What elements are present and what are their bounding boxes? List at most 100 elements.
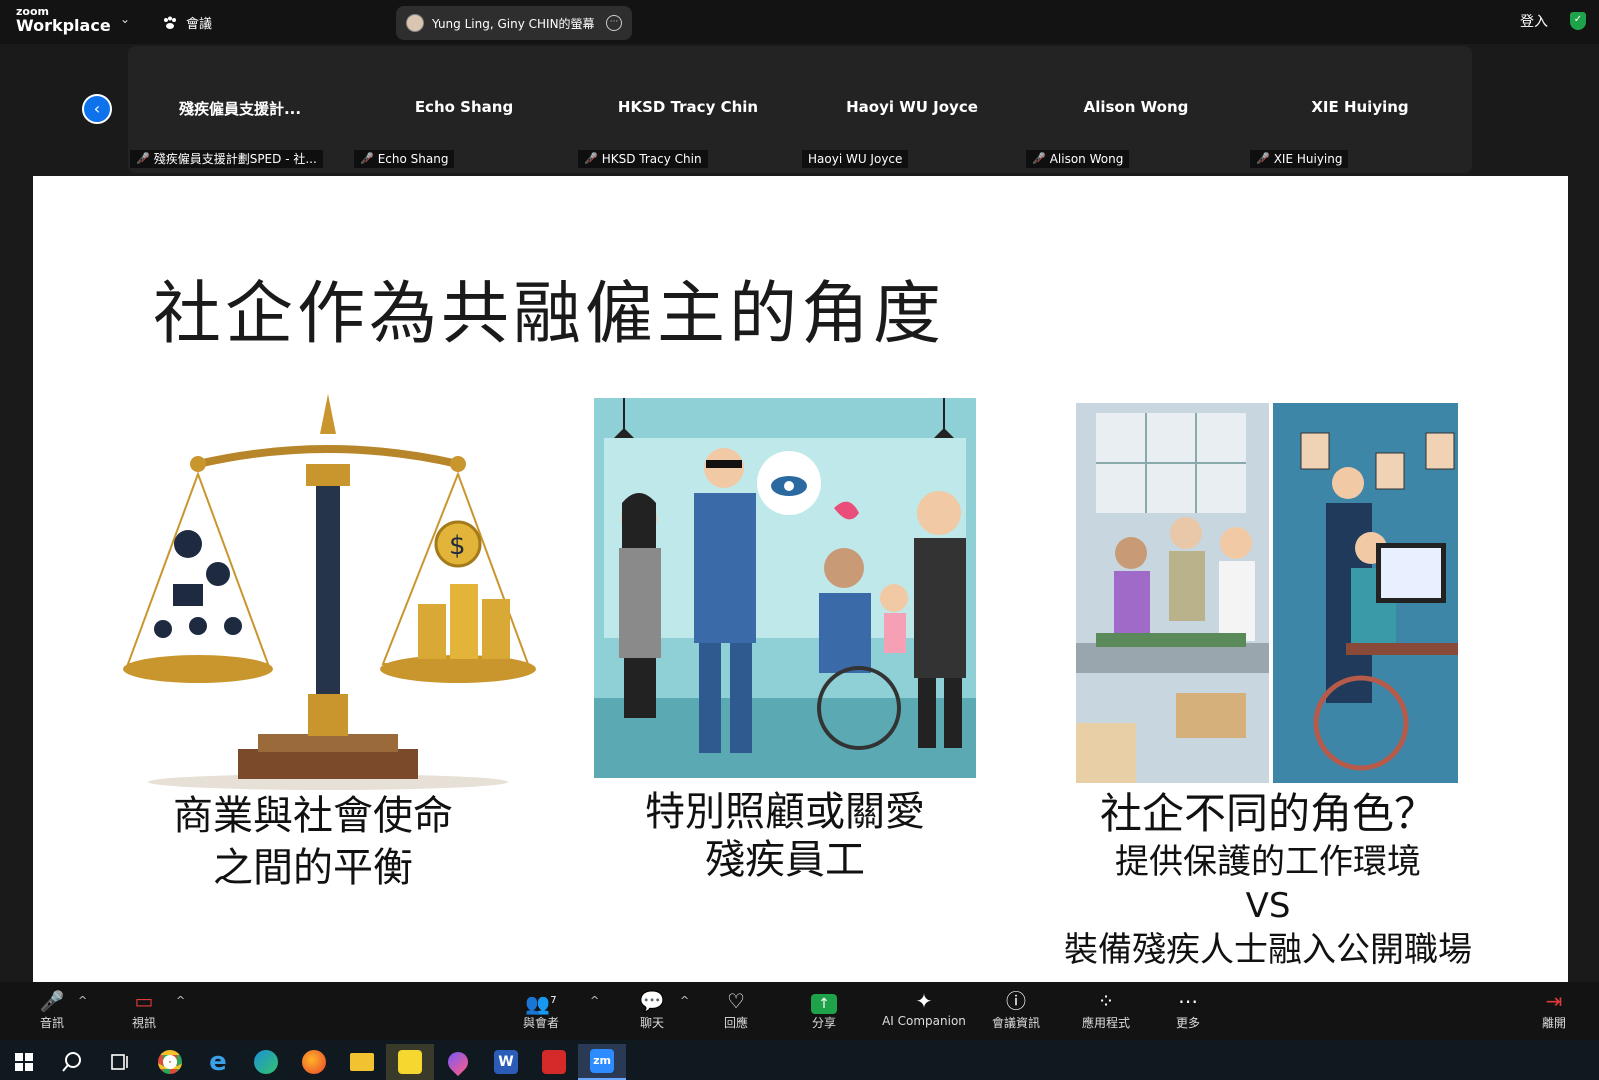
audio-label: 音訊: [39, 1016, 64, 1030]
participant-tile[interactable]: HKSD Tracy Chin 🎤̸ HKSD Tracy Chin: [576, 46, 800, 173]
screen-share-indicator[interactable]: Yung Ling, Giny CHIN的螢幕 ···: [396, 6, 632, 40]
chat-button[interactable]: 💬 聊天: [634, 988, 670, 1031]
participant-tile[interactable]: XIE Huiying 🎤̸ XIE Huiying: [1248, 46, 1472, 173]
participant-tile[interactable]: 殘疾僱員支援計... 🎤̸ 殘疾僱員支援計劃SPED - 社...: [128, 46, 352, 173]
svg-text:$: $: [449, 531, 466, 561]
participant-tile[interactable]: Alison Wong 🎤̸ Alison Wong: [1024, 46, 1248, 173]
participants-options-caret-icon[interactable]: ^: [590, 994, 599, 1007]
participant-tag: 🎤̸ HKSD Tracy Chin: [578, 150, 708, 168]
participant-tag: 🎤̸ 殘疾僱員支援計劃SPED - 社...: [130, 150, 323, 168]
share-button[interactable]: ↑ 分享: [806, 988, 842, 1031]
signin-link[interactable]: 登入: [1520, 11, 1548, 31]
participant-tag-label: XIE Huiying: [1273, 152, 1343, 166]
participant-tag-label: HKSD Tracy Chin: [601, 152, 702, 166]
share-label: 分享: [811, 1016, 836, 1030]
chat-options-caret-icon[interactable]: ^: [680, 994, 689, 1007]
participant-name: Haoyi WU Joyce: [846, 98, 978, 116]
meeting-toolbar: 🎤 音訊 ^ ▭ 視訊 ^ 👥7 與會者 ^ 💬 聊天 ^ ♡ 回應 ↑ 分享 …: [0, 982, 1599, 1040]
os-taskbar: e W zm: [0, 1040, 1599, 1080]
more-button[interactable]: ⋯ 更多: [1170, 988, 1206, 1031]
caption-3-line-3: VS: [1245, 886, 1291, 926]
firefox-icon[interactable]: [290, 1044, 338, 1080]
participant-tag: 🎤̸ Alison Wong: [1026, 150, 1130, 168]
mic-muted-icon: 🎤: [39, 989, 65, 1013]
top-bar: zoom Workplace ⌄ 會議 Yung Ling, Giny CHIN…: [0, 0, 1599, 44]
more-label: 更多: [1175, 1016, 1200, 1030]
leave-icon: ⇥: [1545, 989, 1563, 1013]
file-explorer-icon[interactable]: [338, 1044, 386, 1080]
caption-2: 特別照顧或關愛 殘疾員工: [615, 788, 955, 884]
slide-title: 社企作為共融僱主的角度: [153, 275, 946, 354]
meeting-info-button[interactable]: ⓘ 會議資訊: [988, 988, 1044, 1031]
chrome-icon[interactable]: [146, 1044, 194, 1080]
audio-button[interactable]: 🎤 音訊: [34, 988, 70, 1031]
participant-tag: 🎤̸ Echo Shang: [354, 150, 455, 168]
participant-tile[interactable]: Haoyi WU Joyce Haoyi WU Joyce: [800, 46, 1024, 173]
shield-check-icon[interactable]: ✓: [1570, 12, 1586, 30]
chevron-down-icon[interactable]: ⌄: [120, 12, 130, 26]
participants-count: 7: [550, 995, 557, 1006]
paw-icon: [164, 16, 176, 29]
participant-tag: 🎤̸ XIE Huiying: [1250, 150, 1349, 168]
mic-muted-icon: 🎤̸: [1032, 152, 1046, 165]
heart-icon: ♡: [727, 989, 745, 1013]
word-icon[interactable]: W: [482, 1044, 530, 1080]
participant-tile[interactable]: Echo Shang 🎤̸ Echo Shang: [352, 46, 576, 173]
mic-muted-icon: 🎤̸: [136, 152, 150, 165]
mic-muted-icon: 🎤̸: [1256, 152, 1270, 165]
previous-page-button[interactable]: ‹: [82, 94, 112, 124]
meeting-menu[interactable]: 會議: [162, 13, 212, 32]
video-label: 視訊: [131, 1016, 156, 1030]
caption-3: 社企不同的角色？ 提供保護的工作環境 VS 裝備殘疾人士融入公開職場: [1043, 788, 1493, 972]
zoom-logo: zoom Workplace: [16, 6, 111, 34]
react-button[interactable]: ♡ 回應: [718, 988, 754, 1031]
audio-options-caret-icon[interactable]: ^: [78, 994, 87, 1007]
caption-3-line-4: 裝備殘疾人士融入公開職場: [1064, 930, 1472, 970]
sticky-notes-icon[interactable]: [386, 1044, 434, 1080]
participant-tag-label: Echo Shang: [377, 152, 449, 166]
participant-name: Alison Wong: [1083, 98, 1189, 116]
office-inclusion-illustration: [594, 398, 976, 778]
edge-icon[interactable]: [242, 1044, 290, 1080]
internet-explorer-icon[interactable]: e: [194, 1044, 242, 1080]
leave-button[interactable]: ⇥ 離開: [1536, 988, 1572, 1031]
caption-3-line-2: 提供保護的工作環境: [1115, 842, 1421, 882]
participants-label: 與會者: [522, 1016, 559, 1030]
mic-muted-icon: 🎤̸: [360, 152, 374, 165]
share-screen-icon: ↑: [806, 988, 842, 1014]
task-view-icon[interactable]: [96, 1044, 144, 1080]
windows-start-icon[interactable]: [0, 1044, 48, 1080]
search-icon[interactable]: [48, 1044, 96, 1080]
participant-tag: Haoyi WU Joyce: [802, 150, 909, 168]
share-title: Yung Ling, Giny CHIN的螢幕: [432, 16, 595, 31]
apps-label: 應用程式: [1081, 1016, 1130, 1030]
info-label: 會議資訊: [991, 1016, 1040, 1030]
avatar: [406, 14, 424, 32]
ai-label: AI Companion: [882, 1014, 966, 1028]
mic-muted-icon: 🎤̸: [584, 152, 598, 165]
drop-app-icon[interactable]: [434, 1044, 482, 1080]
participants-button[interactable]: 👥7 與會者: [516, 988, 566, 1031]
people-icon: 👥7: [525, 991, 557, 1016]
video-button[interactable]: ▭ 視訊: [126, 988, 162, 1031]
info-icon: ⓘ: [1006, 989, 1026, 1013]
apps-button[interactable]: ⁘ 應用程式: [1078, 988, 1134, 1031]
more-icon: ⋯: [1178, 989, 1198, 1013]
participant-name: XIE Huiying: [1311, 98, 1409, 116]
react-label: 回應: [723, 1016, 748, 1030]
zoom-app-icon[interactable]: zm: [578, 1044, 626, 1080]
caption-1-line-2: 之間的平衡: [213, 845, 413, 891]
ai-companion-button[interactable]: ✦ AI Companion: [878, 988, 970, 1028]
caption-3-line-1: 社企不同的角色？: [1099, 789, 1436, 838]
video-off-icon: ▭: [134, 989, 154, 1013]
workplace-roles-illustration: [1076, 403, 1458, 783]
participant-name: Echo Shang: [414, 98, 514, 116]
chat-icon: 💬: [639, 989, 665, 1013]
acrobat-icon[interactable]: [530, 1044, 578, 1080]
meeting-label: 會議: [186, 17, 213, 32]
video-options-caret-icon[interactable]: ^: [176, 994, 185, 1007]
sparkle-icon: ✦: [915, 989, 933, 1013]
more-options-icon[interactable]: ···: [606, 15, 622, 31]
shared-screen-slide: 社企作為共融僱主的角度 $ 商業與社會使命 之間的平衡 特別照顧或關愛 殘疾員工…: [33, 176, 1568, 982]
leave-label: 離開: [1541, 1016, 1566, 1030]
